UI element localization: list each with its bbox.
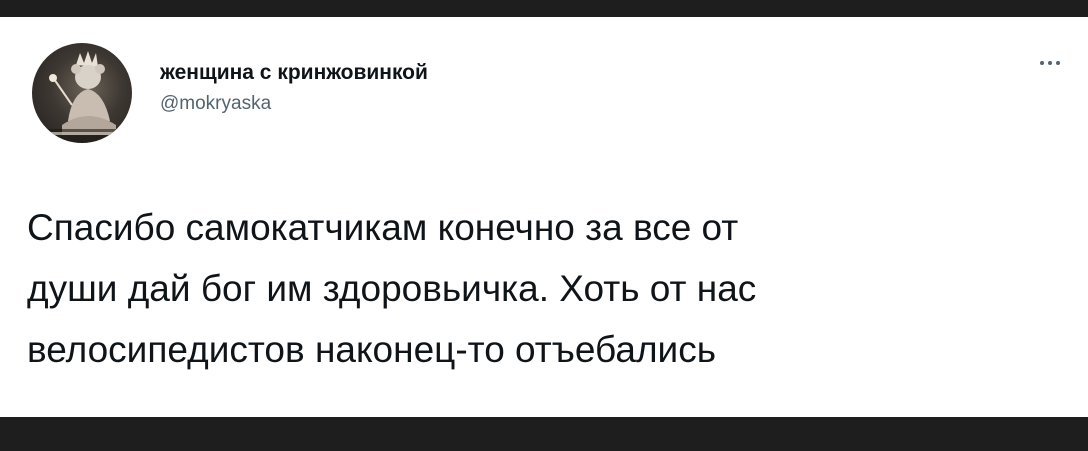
more-horizontal-icon <box>1040 61 1044 65</box>
tweet-text-line: Спасибо самокатчикам конечно за все от <box>27 207 739 248</box>
more-options-button[interactable] <box>1030 49 1070 77</box>
tweet-card: женщина с кринжовинкой @mokryaska Спасиб… <box>0 17 1088 417</box>
avatar-image <box>32 51 132 143</box>
avatar[interactable] <box>32 43 132 143</box>
more-horizontal-icon-dot <box>1056 61 1060 65</box>
screenshot-frame: женщина с кринжовинкой @mokryaska Спасиб… <box>0 0 1088 451</box>
author-handle[interactable]: @mokryaska <box>160 93 271 115</box>
author-display-name[interactable]: женщина с кринжовинкой <box>160 61 428 85</box>
tweet-text-line: велосипедистов наконец-то отъебались <box>27 329 716 370</box>
tweet-text: Спасибо самокатчикам конечно за все от д… <box>27 197 1067 380</box>
more-horizontal-icon-dot <box>1048 61 1052 65</box>
tweet-text-line: души дай бог им здоровьичка. Хоть от нас <box>27 268 757 309</box>
